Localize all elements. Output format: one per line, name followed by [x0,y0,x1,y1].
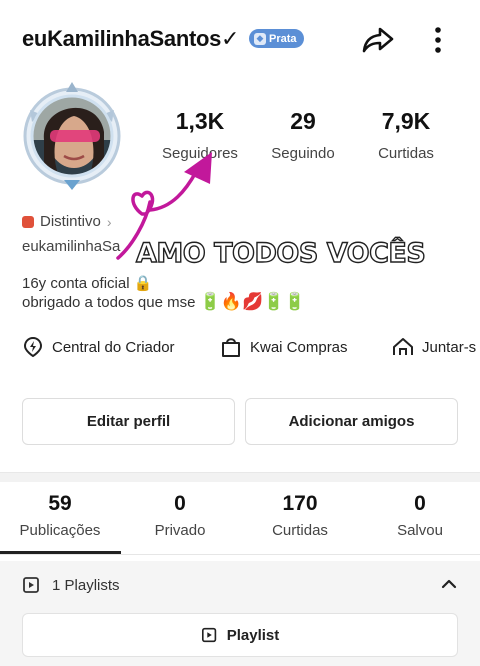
playlists-header-label: 1 Playlists [52,576,120,594]
link-creator-center-label: Central do Criador [52,338,175,356]
tab-salvou-count: 0 [414,492,426,515]
tab-curtidas-count: 170 [282,492,318,515]
tab-privado-label: Privado [154,522,206,539]
bio-line-2: obrigado a todos que mse 🔋🔥💋🔋🔋 [22,292,305,312]
link-juntar[interactable]: Juntar-s [392,336,476,358]
creator-center-icon [23,336,43,358]
share-button[interactable] [360,22,396,58]
following-count: 29 [290,108,316,134]
avatar[interactable] [18,80,126,192]
bio-line-2-mid: se [179,294,196,311]
followers-count: 1,3K [175,108,225,134]
playlist-icon [23,577,39,593]
bio-line-1: 16y conta oficial 🔒 [22,275,153,292]
profile-username: euKamilinhaSantos✓ [22,26,240,51]
tab-salvou[interactable]: 0 Salvou [360,492,480,539]
badge-icon: ◆ [254,32,266,45]
badge-label: Prata [269,32,297,45]
house-icon [393,338,413,355]
tabs-underline [0,554,480,555]
tab-salvou-label: Salvou [397,522,443,539]
shopping-bag-icon [222,338,240,357]
playlist-button-icon [201,627,216,643]
link-kwai-compras-label: Kwai Compras [250,338,348,356]
link-creator-center[interactable]: Central do Criador [22,336,175,358]
playlists-header[interactable]: 1 Playlists [22,575,120,595]
edit-profile-button[interactable]: Editar perfil [22,398,235,445]
distintivo-label: Distintivo [40,213,101,230]
link-juntar-label: Juntar-s [422,338,477,356]
tab-curtidas[interactable]: 170 Curtidas [240,492,360,539]
add-friends-button[interactable]: Adicionar amigos [245,398,458,445]
playlist-button[interactable]: Playlist [22,613,458,657]
stat-likes[interactable]: 7,9K Curtidas [351,108,461,162]
profile-quick-links: Central do Criador Kwai Compras Juntar-s [22,334,480,364]
tab-privado[interactable]: 0 Privado [120,492,240,539]
playlists-panel: 1 Playlists Playlist [0,561,480,666]
stat-following[interactable]: 29 Seguindo [248,108,358,162]
bio-emojis: 🔋🔥💋🔋🔋 [199,292,306,312]
likes-count: 7,9K [381,108,431,134]
profile-handle: eukamilinhaSa [22,238,121,255]
tab-privado-count: 0 [174,492,186,515]
distintivo-link[interactable]: Distintivo › [22,213,112,230]
section-divider [0,472,480,482]
playlist-button-label: Playlist [226,626,280,644]
tab-publicacoes[interactable]: 59 Publicações [0,492,120,539]
bio-line-2-prefix: obrigado a todos que m [22,294,180,311]
level-badge[interactable]: ◆ Prata [249,29,304,48]
tab-publicacoes-count: 59 [48,492,72,515]
overlay-caption: AMO TODOS VOCÊS [135,237,426,269]
avatar-image [23,82,121,190]
chevron-right-icon: › [106,213,112,230]
share-icon [362,27,394,53]
more-options-button[interactable] [426,22,450,58]
profile-header: euKamilinhaSantos✓ ◆ Prata [0,0,480,80]
tab-publicacoes-label: Publicações [19,522,101,539]
tab-curtidas-label: Curtidas [272,522,328,539]
link-kwai-compras[interactable]: Kwai Compras [220,336,348,358]
likes-label: Curtidas [378,145,434,162]
content-tabs: 59 Publicações 0 Privado 170 Curtidas 0 … [0,492,480,554]
distintivo-icon [22,215,34,228]
more-vertical-icon [435,27,441,53]
chevron-up-icon[interactable] [440,575,458,593]
following-label: Seguindo [271,145,335,162]
